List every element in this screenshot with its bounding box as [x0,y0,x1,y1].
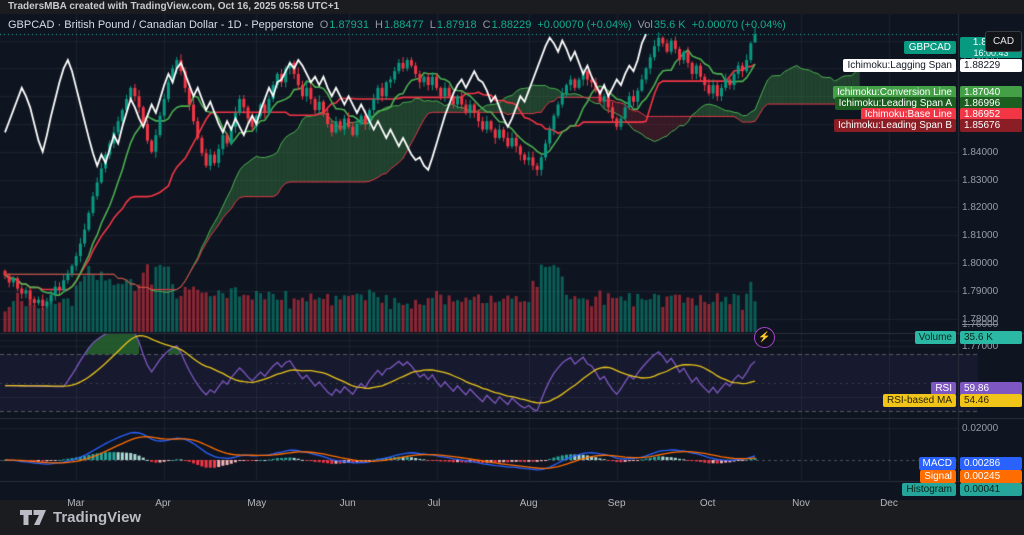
month-label: Aug [519,498,538,509]
ohlc-value: 1.87918 [436,19,477,31]
label-macd-value: 0.00286 [960,457,1022,470]
month-label: Mar [67,498,85,509]
ohlc-letter: O [319,19,329,31]
label-signal-value: 0.00245 [960,470,1022,483]
label-span-b-name: Ichimoku:Leading Span B [834,119,956,132]
label-histogram-name: Histogram [902,483,956,496]
ohlc-letter: C [482,19,491,31]
ohlc-letter: H [375,19,383,31]
tradingview-logo[interactable]: TradingView [20,509,141,526]
month-label: Jun [339,498,356,509]
month-label: Apr [155,498,171,509]
vol-change: +0.00070 (+0.04%) [691,19,786,31]
tradingview-logo-text: TradingView [53,509,142,526]
ohlc-value: 1.87931 [329,19,370,31]
vol-value: 35.6 K [653,19,686,31]
month-label: May [247,498,267,509]
label-span-b-value: 1.85676 [960,119,1022,132]
label-rsi-ma-name: RSI-based MA [882,394,956,407]
tradingview-chart-screenshot: TradersMBA created with TradingView.com,… [0,0,1024,535]
label-rsi-ma-value: 54.46 [960,394,1022,407]
month-label: Sep [607,498,626,509]
axis-tick: 1.79000 [962,285,999,297]
symbol-info-bar: GBPCAD · British Pound / Canadian Dollar… [8,17,792,33]
axis-tick: 1.84000 [962,146,999,158]
bottom-bar: TradingView [0,500,1024,535]
axis-tick: 0.02000 [962,423,999,434]
label-volume-name: Volume [914,331,956,344]
axis-tick: 1.81000 [962,230,999,242]
ohlc-value: 1.88229 [491,19,532,31]
month-label: Oct [699,498,716,509]
label-lagging-value: 1.88229 [960,59,1022,72]
axis-tick: 1.80000 [962,258,999,269]
label-lagging-name: Ichimoku:Lagging Span [843,59,956,72]
attribution-text: TradersMBA created with TradingView.com,… [8,1,340,12]
month-label: Dec [880,498,898,509]
axis-tick: 1.82000 [962,202,999,214]
chart-area: GBPCAD · British Pound / Canadian Dollar… [0,14,1024,509]
ohlc-values: O1.87931 H1.88477 L1.87918 C1.88229 [320,19,538,31]
ohlc-letter: L [429,19,436,31]
currency-axis-button[interactable]: CAD [985,31,1022,52]
symbol-price-tag: GBPCAD [903,41,956,54]
lightning-icon: ⚡ [758,332,771,343]
axis-tick: 1.76000 [962,319,999,330]
ohlc-value: 1.88477 [383,19,424,31]
month-label: Nov [792,498,810,509]
axis-tick: 1.83000 [962,174,999,186]
tradingview-logo-icon [20,510,46,525]
symbol-title[interactable]: GBPCAD · British Pound / Canadian Dollar… [8,19,314,31]
attribution-bar: TradersMBA created with TradingView.com,… [0,0,1024,14]
label-macd-name: MACD [918,457,956,470]
label-histogram-value: 0.00041 [960,483,1022,496]
month-label: Jul [427,498,441,509]
change-value: +0.00070 (+0.04%) [537,19,632,31]
label-volume-value: 35.6 K [960,331,1022,344]
vol-label: Vol [637,19,653,31]
label-signal-name: Signal [920,470,956,483]
lightning-button[interactable]: ⚡ [754,327,775,348]
